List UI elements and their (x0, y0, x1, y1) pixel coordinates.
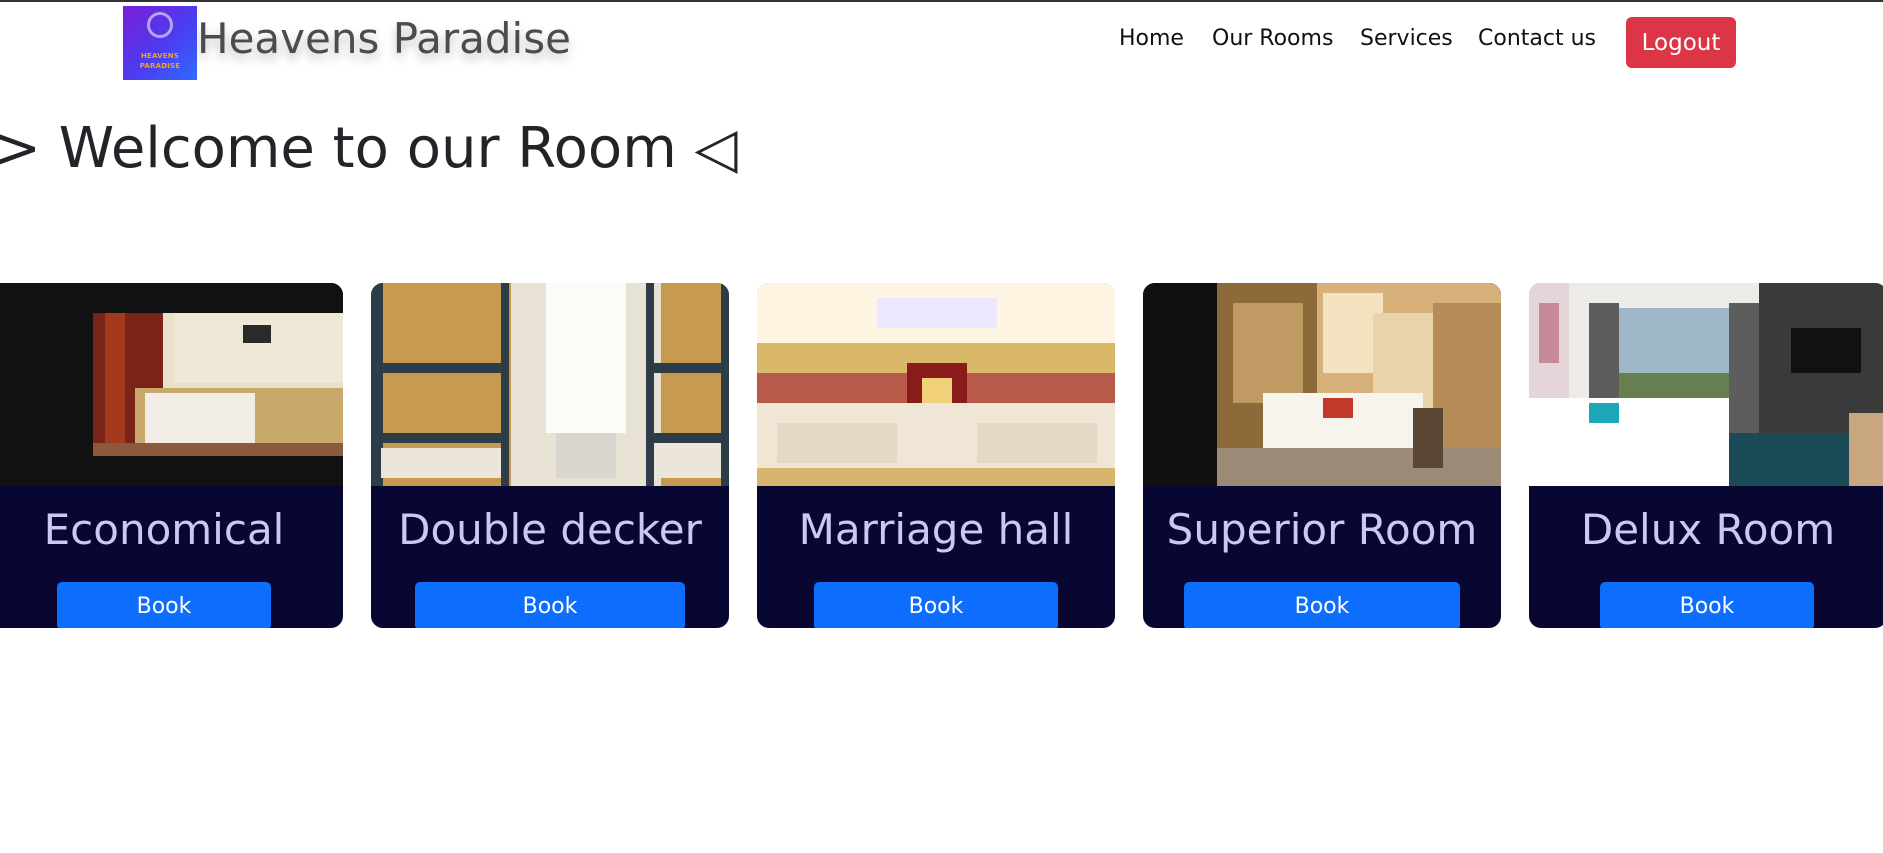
logo-text-line2: PARADISE (139, 62, 181, 70)
logo[interactable]: HEAVENS PARADISE (123, 6, 197, 80)
room-title: Double decker (398, 505, 702, 554)
nav-contact-us[interactable]: Contact us (1478, 26, 1596, 51)
page-heading: > Welcome to our Room ◁ (0, 116, 738, 181)
room-photo-marriage-hall (757, 283, 1115, 486)
book-button[interactable]: Book (1184, 582, 1460, 628)
logout-button[interactable]: Logout (1626, 17, 1736, 68)
room-photo-double-decker (371, 283, 729, 486)
room-title: Economical (43, 505, 285, 554)
book-button[interactable]: Book (57, 582, 271, 628)
nav-our-rooms[interactable]: Our Rooms (1212, 26, 1333, 51)
room-title: Delux Room (1580, 505, 1836, 554)
book-button[interactable]: Book (415, 582, 685, 628)
room-title: Marriage hall (798, 505, 1074, 554)
room-card-superior-room: Superior Room Book (1143, 283, 1501, 628)
room-photo-economical (0, 283, 343, 486)
book-button[interactable]: Book (1600, 582, 1814, 628)
room-photo-superior-room (1143, 283, 1501, 486)
room-card-double-decker: Double decker Book (371, 283, 729, 628)
logo-text-line1: HEAVENS (140, 52, 180, 60)
brand-name[interactable]: Heavens Paradise (197, 14, 571, 63)
room-photo-delux-room (1529, 283, 1883, 486)
logo-emblem-icon (147, 12, 173, 38)
nav-services[interactable]: Services (1360, 26, 1453, 51)
room-card-marriage-hall: Marriage hall Book (757, 283, 1115, 628)
room-card-delux-room: Delux Room Book (1529, 283, 1883, 628)
book-button[interactable]: Book (814, 582, 1058, 628)
nav-home[interactable]: Home (1119, 26, 1184, 51)
room-card-economical: Economical Book (0, 283, 343, 628)
room-title: Superior Room (1166, 505, 1478, 554)
top-border (0, 0, 1883, 2)
